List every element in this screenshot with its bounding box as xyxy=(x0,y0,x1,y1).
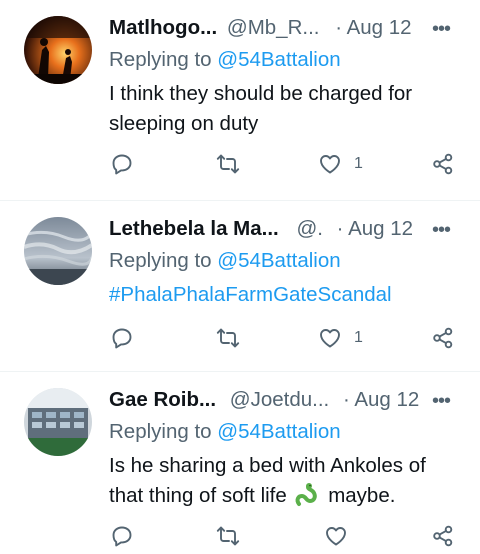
mention-link[interactable]: @54Battalion xyxy=(217,48,340,71)
tweet-date[interactable]: Aug 12 xyxy=(354,388,419,411)
replying-to: Replying to @54Battalion xyxy=(109,249,341,273)
like-count: 1 xyxy=(354,329,363,346)
retweet-button[interactable] xyxy=(216,326,240,350)
tweet[interactable]: Matlhogo... @Mb_R... · Aug 12 ••• Replyi… xyxy=(0,0,480,200)
separator-dot: · xyxy=(342,388,350,411)
heart-icon xyxy=(320,329,340,348)
more-options-icon[interactable]: ••• xyxy=(432,18,451,41)
more-options-icon[interactable]: ••• xyxy=(432,219,451,242)
retweet-button[interactable] xyxy=(216,524,240,548)
user-handle[interactable]: @Joetdu... xyxy=(230,388,329,411)
retweet-icon xyxy=(216,328,240,348)
tweet[interactable]: Lethebela la Ma... @. · Aug 12 ••• Reply… xyxy=(0,201,480,371)
tweet-text: #PhalaPhalaFarmGateScandal xyxy=(109,280,459,310)
tweet-text-line: sleeping on duty xyxy=(109,112,259,135)
replying-to-label: Replying to xyxy=(109,420,218,443)
like-button[interactable] xyxy=(324,524,348,548)
reply-icon xyxy=(112,328,132,349)
display-name[interactable]: Gae Roib... xyxy=(109,388,216,411)
reply-button[interactable] xyxy=(110,152,134,176)
share-icon xyxy=(433,525,453,547)
user-handle[interactable]: @. xyxy=(296,217,323,240)
like-count: 1 xyxy=(354,155,363,172)
user-handle[interactable]: @Mb_R... xyxy=(227,16,320,39)
tweet-actions: 1 xyxy=(0,326,480,356)
tweet-date[interactable]: Aug 12 xyxy=(347,16,412,39)
tweet-actions: 1 xyxy=(0,152,480,182)
retweet-icon xyxy=(216,154,240,174)
share-button[interactable] xyxy=(431,326,455,350)
tweet-text-line: that thing of soft life maybe. xyxy=(109,481,459,511)
tweet-text-line: Is he sharing a bed with Ankoles of xyxy=(109,454,426,477)
tweet-text: Is he sharing a bed with Ankoles of that… xyxy=(109,451,459,511)
tweet-header: Matlhogo... @Mb_R... · Aug 12 xyxy=(109,16,412,44)
heart-icon xyxy=(320,155,340,174)
tweet-text-line: I think they should be charged for xyxy=(109,82,413,105)
like-button[interactable]: 1 xyxy=(318,152,363,176)
retweet-icon xyxy=(216,526,240,546)
separator-dot: · xyxy=(336,217,344,240)
tweet-text: I think they should be charged for sleep… xyxy=(109,79,459,139)
display-name[interactable]: Matlhogo... xyxy=(109,16,217,39)
share-button[interactable] xyxy=(431,152,455,176)
retweet-button[interactable] xyxy=(216,152,240,176)
reply-button[interactable] xyxy=(110,524,134,548)
tweet-date[interactable]: Aug 12 xyxy=(348,217,413,240)
tweet-text-segment: maybe. xyxy=(328,484,396,507)
mention-link[interactable]: @54Battalion xyxy=(217,420,340,443)
replying-to-label: Replying to xyxy=(109,249,218,272)
avatar[interactable] xyxy=(24,16,92,84)
display-name[interactable]: Lethebela la Ma... xyxy=(109,217,279,240)
replying-to-label: Replying to xyxy=(109,48,218,71)
tweet-header: Gae Roib... @Joetdu... · Aug 12 xyxy=(109,388,419,416)
avatar[interactable] xyxy=(24,217,92,285)
hashtag-link[interactable]: #PhalaPhalaFarmGateScandal xyxy=(109,283,392,306)
tweet-header: Lethebela la Ma... @. · Aug 12 xyxy=(109,217,413,245)
more-options-icon[interactable]: ••• xyxy=(432,390,451,413)
heart-icon xyxy=(326,527,346,546)
separator-dot: · xyxy=(335,16,343,39)
avatar[interactable] xyxy=(24,388,92,456)
replying-to: Replying to @54Battalion xyxy=(109,420,341,444)
share-button[interactable] xyxy=(431,524,455,548)
share-icon xyxy=(433,153,453,175)
reply-icon xyxy=(112,154,132,175)
tweet[interactable]: Gae Roib... @Joetdu... · Aug 12 ••• Repl… xyxy=(0,372,480,547)
replying-to: Replying to @54Battalion xyxy=(109,48,341,72)
tweet-actions xyxy=(0,524,480,554)
mention-link[interactable]: @54Battalion xyxy=(217,249,340,272)
reply-button[interactable] xyxy=(110,326,134,350)
like-button[interactable]: 1 xyxy=(318,326,363,350)
reply-icon xyxy=(112,526,132,547)
share-icon xyxy=(433,327,453,349)
tweet-text-segment: that thing of soft life xyxy=(109,484,287,507)
green-snake-emoji-icon xyxy=(296,483,318,506)
